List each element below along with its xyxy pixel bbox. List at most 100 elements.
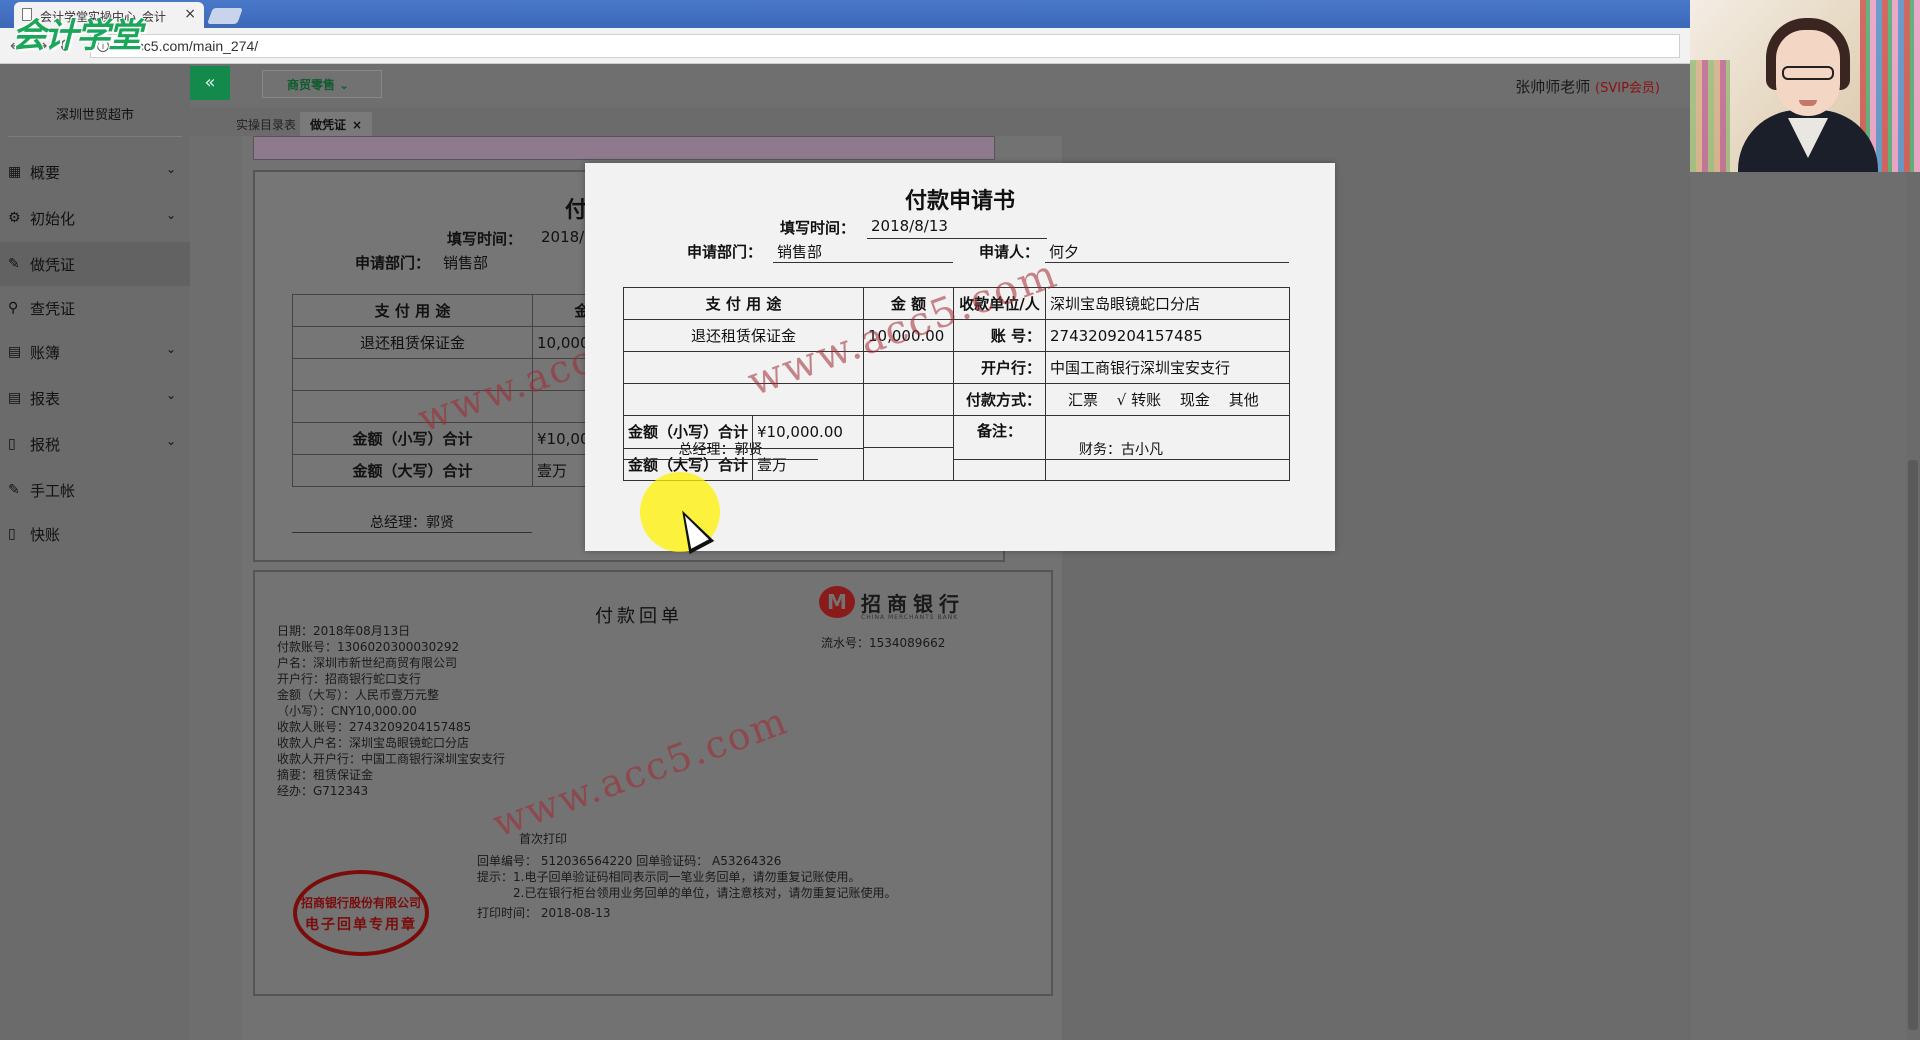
chevron-down-icon[interactable]: ⌄	[166, 342, 176, 356]
dept-value: 销售部	[773, 241, 953, 263]
sidebar-item-6[interactable]: ▯ 报税 ⌄	[0, 422, 190, 466]
grid-icon: ▦	[8, 164, 22, 180]
receipt-line: 开户行：招商银行蛇口支行	[277, 672, 422, 686]
module-select[interactable]: 商贸零售 ⌄	[262, 70, 382, 98]
address-bar: ← → C i lx.acc5.com/main_274/	[0, 28, 1690, 64]
seal-line-1: 招商银行股份有限公司	[300, 896, 421, 910]
sidebar-item-3[interactable]: ⚲ 查凭证	[0, 286, 190, 330]
method-option-cash[interactable]: 现金	[1180, 391, 1210, 409]
file-icon: ▯	[8, 436, 16, 452]
search-icon: ⚲	[8, 300, 19, 316]
sidebar-item-7[interactable]: ✎ 手工帐	[0, 468, 190, 512]
receipt-line: （小写）：CNY10,000.00	[277, 704, 417, 718]
payee-value: 深圳宝岛眼镜蛇口分店	[1045, 287, 1290, 320]
sidebar-item-1[interactable]: ⚙ 初始化 ⌄	[0, 196, 190, 240]
sidebar-item-label: 手工帐	[30, 482, 76, 500]
chevron-down-icon[interactable]: ⌄	[166, 162, 176, 176]
chevron-down-icon[interactable]: ⌄	[166, 208, 176, 222]
browser-tab-strip: 会计学堂实操中心_会计 ×	[0, 0, 1690, 28]
sidebar-item-label: 查凭证	[30, 300, 76, 318]
divider	[8, 136, 182, 137]
receipt-line: 付款账号：1306020300030292	[277, 640, 460, 654]
print-time: 打印时间： 2018-08-13	[477, 906, 611, 920]
big-total-label: 金额（大写）合计	[292, 454, 533, 487]
vip-badge: (SVIP会员)	[1595, 81, 1660, 96]
previous-document-strip	[253, 136, 995, 160]
bank-subtitle: CHINA MERCHANTS BANK	[861, 614, 959, 621]
receipt-line: 户名：深圳市新世纪商贸有限公司	[277, 656, 458, 670]
sidebar-item-5[interactable]: ▤ 报表 ⌄	[0, 376, 190, 420]
file-icon: ▯	[8, 526, 16, 542]
tab-catalog[interactable]: 实操目录表	[226, 112, 306, 136]
receipt-number: 回单编号： 512036564220 回单验证码： A53264326	[477, 854, 782, 868]
sidebar-item-2[interactable]: ✎ 做凭证	[0, 242, 190, 286]
sidebar-item-label: 报表	[30, 390, 61, 408]
sidebar-item-4[interactable]: ▤ 账簿 ⌄	[0, 330, 190, 374]
account-value: 2743209204157485	[1045, 319, 1290, 352]
scrollbar[interactable]	[1906, 172, 1920, 1040]
sidebar-item-label: 账簿	[30, 344, 61, 362]
finance-sign: 财务：古小凡	[953, 439, 1289, 460]
receipt-line: 摘要：租赁保证金	[277, 768, 374, 782]
collapse-sidebar-button[interactable]: «	[190, 66, 230, 100]
chevron-down-icon[interactable]: ⌄	[166, 388, 176, 402]
scroll-thumb[interactable]	[1908, 460, 1918, 1030]
sidebar-item-label: 做凭证	[30, 256, 76, 274]
sidebar-item-8[interactable]: ▯ 快账	[0, 512, 190, 556]
tab-voucher[interactable]: 做凭证 ×	[300, 112, 373, 136]
report-icon: ▤	[8, 390, 22, 406]
new-tab-button[interactable]	[207, 8, 243, 24]
logo: 会计学堂	[12, 16, 142, 56]
serial-number: 流水号：1534089662	[821, 636, 946, 650]
manager-sign: 总经理：郭贤	[292, 512, 532, 533]
bookshelf	[1690, 60, 1730, 172]
empty-cell	[623, 383, 864, 416]
close-icon[interactable]: ×	[184, 6, 196, 22]
receipt-title: 付款回单	[595, 606, 683, 627]
sidebar-item-label: 快账	[30, 526, 61, 544]
row-purpose: 退还租赁保证金	[292, 326, 533, 359]
receipt-notice-1: 提示：1.电子回单验证码相同表示同一笔业务回单，请勿重复记账使用。	[477, 870, 861, 884]
applicant-value: 何夕	[1045, 241, 1289, 263]
close-icon[interactable]: ×	[352, 118, 362, 132]
totals-amount-spacer	[863, 415, 954, 481]
receipt-line: 收款人开户行：中国工商银行深圳宝安支行	[277, 752, 506, 766]
sidebar: 深圳世贸超市 ▦ 概要 ⌄ ⚙ 初始化 ⌄ ✎ 做凭证 ⚲ 查凭证 ▤ 账簿 ⌄ ▤ 报表 ⌄ ▯ 报税 ⌄ ✎ 手工帐…	[0, 64, 190, 1040]
glasses	[1782, 66, 1834, 80]
dept-value: 销售部	[443, 254, 489, 272]
company-name: 深圳世贸超市	[55, 108, 134, 123]
method-option-transfer[interactable]: √ 转账	[1117, 391, 1161, 409]
sidebar-item-label: 概要	[30, 164, 61, 182]
sidebar-item-label: 初始化	[30, 210, 76, 228]
sidebar-item-label: 报税	[30, 436, 61, 454]
bank-label: 开户行：	[953, 351, 1046, 384]
method-option-draft[interactable]: 汇票	[1068, 391, 1098, 409]
dept-label: 申请部门：	[687, 243, 763, 261]
bank-value: 中国工商银行深圳宝安支行	[1045, 351, 1290, 384]
col-purpose: 支 付 用 途	[623, 287, 864, 320]
user-name: 张帅师老师	[1515, 78, 1591, 96]
receipt-line: 收款人户名：深圳宝岛眼镜蛇口分店	[277, 736, 470, 750]
manager-sign: 总经理：郭贤	[623, 439, 818, 460]
receipt-line: 日期：2018年08月13日	[277, 624, 411, 638]
webcam-overlay	[1690, 0, 1920, 172]
method-option-other[interactable]: 其他	[1229, 391, 1259, 409]
url-input[interactable]: i lx.acc5.com/main_274/	[90, 34, 1680, 58]
sidebar-item-0[interactable]: ▦ 概要 ⌄	[0, 150, 190, 194]
dept-label: 申请部门：	[355, 254, 431, 272]
payment-method-options: 汇票 √ 转账 现金 其他	[1045, 383, 1290, 416]
small-total-label: 金额（小写）合计	[292, 422, 533, 455]
method-label: 付款方式：	[953, 383, 1046, 416]
receipt-notice-2: 2.已在银行柜台领用业务回单的单位，请注意核对，请勿重复记账使用。	[513, 886, 897, 900]
book-icon: ▤	[8, 344, 22, 360]
col-purpose: 支 付 用 途	[292, 294, 533, 327]
bank-name: 招商银行	[861, 592, 965, 616]
top-bar: « 商贸零售 ⌄ 张帅师老师 (SVIP会员)	[190, 64, 1690, 104]
form-title-fragment: 付	[565, 198, 588, 223]
user-info[interactable]: 张帅师老师 (SVIP会员)	[1515, 76, 1660, 97]
pen-icon: ✎	[8, 256, 20, 272]
receipt-line: 金额（大写）：人民币壹万元整	[277, 688, 440, 702]
fill-time-value: 2018/8/13	[867, 217, 1047, 239]
chevron-down-icon[interactable]: ⌄	[166, 434, 176, 448]
